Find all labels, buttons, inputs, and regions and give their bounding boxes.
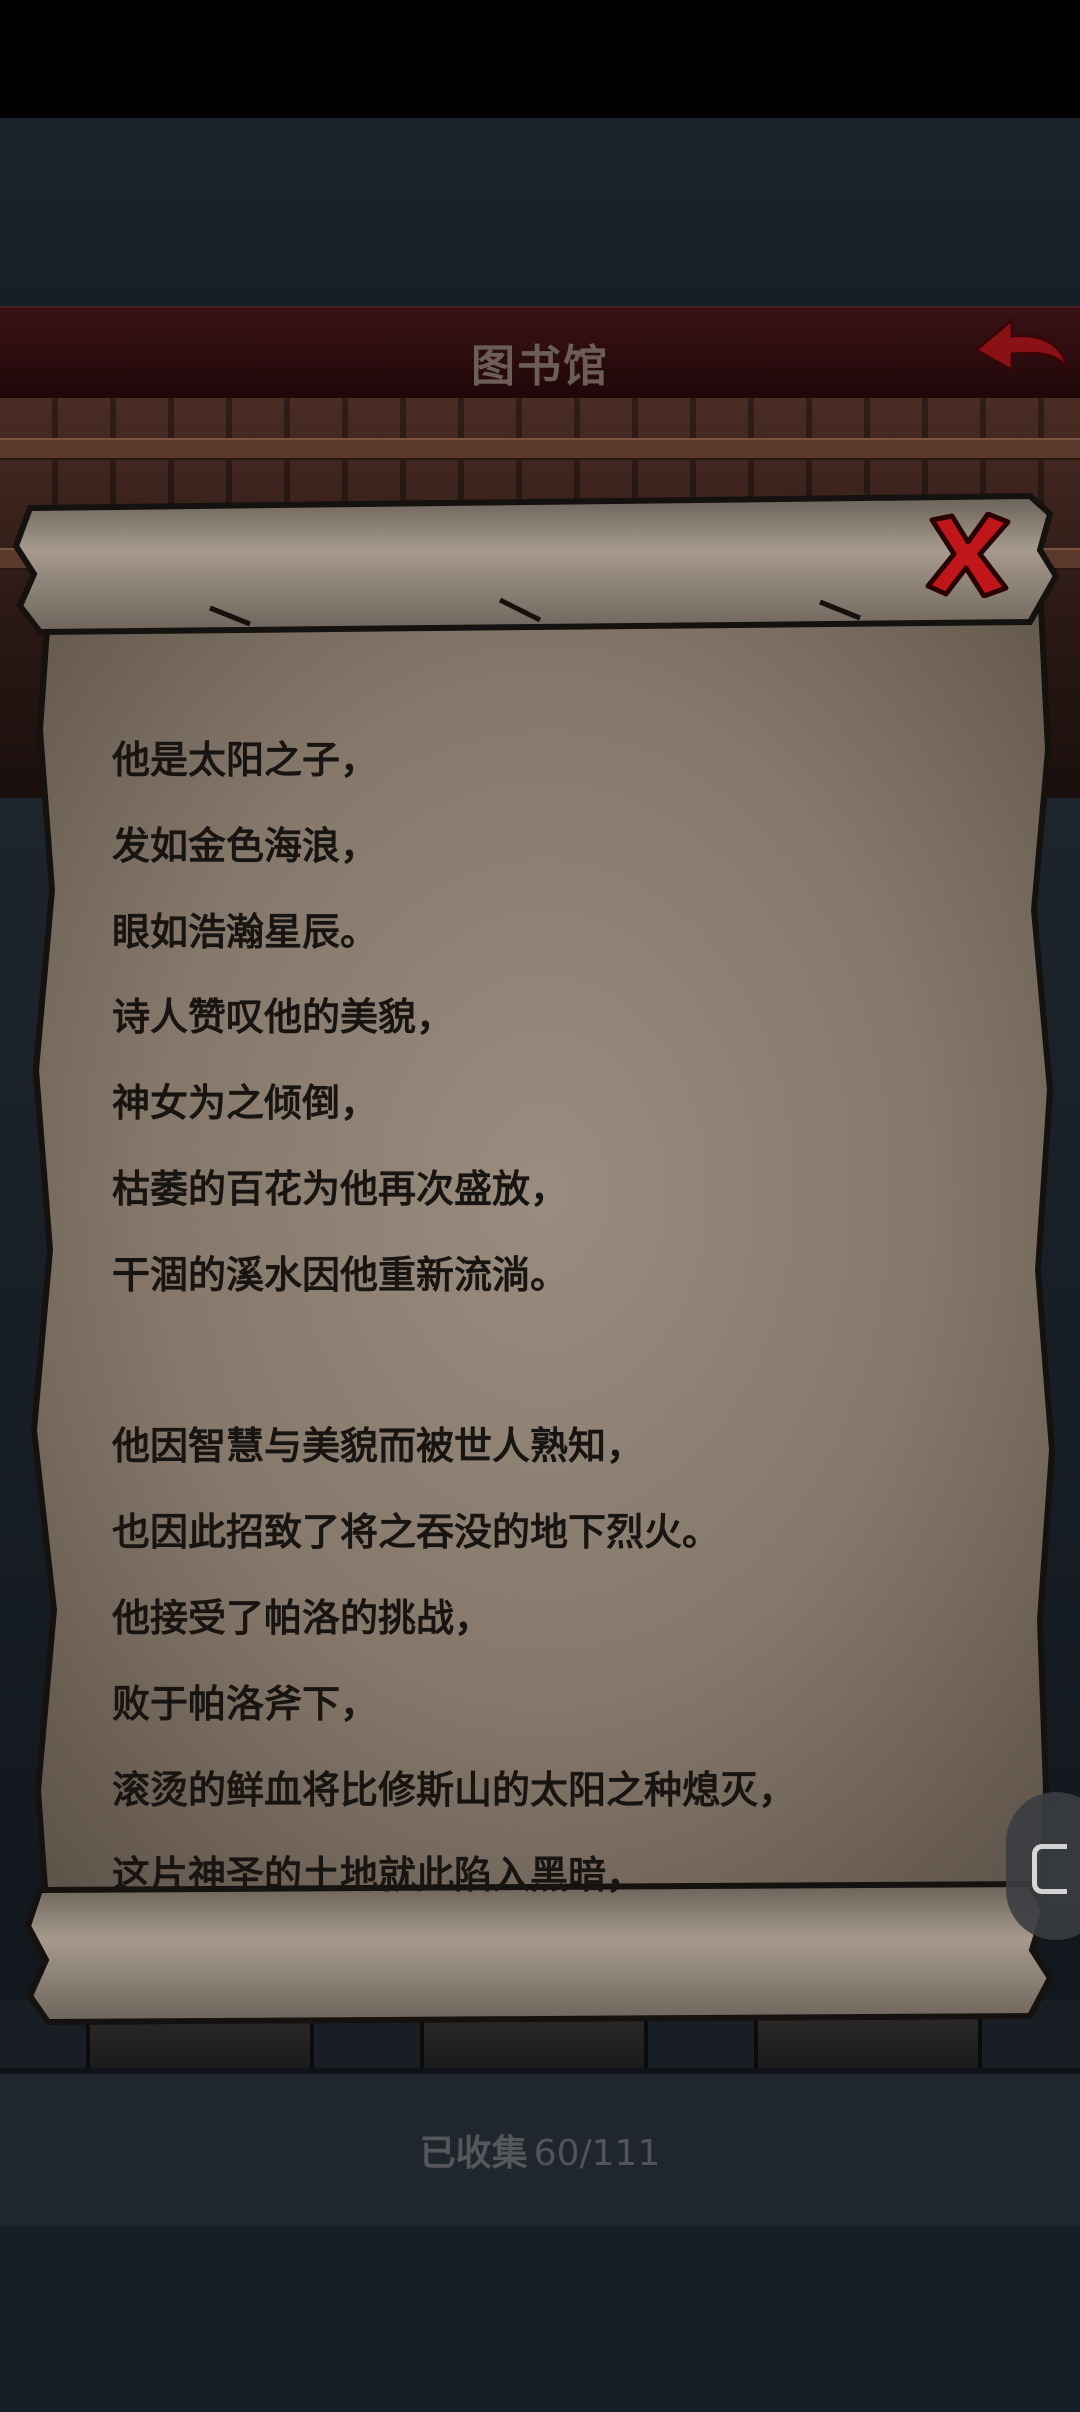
poem-line: 他是太阳之子， [112, 738, 379, 782]
poem-line: 他因智慧与美貌而被世人熟知， [112, 1424, 645, 1469]
shelf-beam [0, 438, 1080, 460]
back-arrow-icon [973, 316, 1070, 373]
collected-count: 60/111 [533, 2133, 661, 2174]
status-bar [0, 0, 1080, 118]
poem-line: 眼如浩瀚星辰。 [112, 909, 379, 954]
poem-line: 枯萎的百花为他再次盛放， [112, 1166, 569, 1211]
back-button[interactable] [968, 306, 1080, 398]
bottom-area [0, 2226, 1080, 2412]
screen: 图书馆 已收集 60/111 他是太阳之子， 发如金色海浪， 眼如浩瀚星辰。 诗… [0, 0, 1080, 2412]
footer-bar: 已收集 60/111 [0, 2068, 1080, 2232]
page-title: 图书馆 [471, 341, 609, 392]
poem-line: 这片神圣的土地就此陷入黑暗， [112, 1853, 645, 1898]
collected-counter: 已收集 60/111 [0, 2124, 1080, 2176]
poem-line [112, 1319, 1012, 1405]
poem-line: 滚烫的鲜血将比修斯山的太阳之种熄灭， [112, 1767, 797, 1812]
poem-line: 发如金色海浪， [112, 823, 379, 868]
scroll-dialog: 他是太阳之子， 发如金色海浪， 眼如浩瀚星辰。 诗人赞叹他的美貌， 神女为之倾倒… [0, 490, 1080, 2030]
poem-line: 也因此招致了将之吞没的地下烈火。 [112, 1510, 721, 1555]
top-area [0, 118, 1080, 306]
poem-line: 干涸的溪水因他重新流淌。 [112, 1252, 569, 1297]
handle-icon [1032, 1844, 1067, 1894]
poem-line: 神女为之倾倒， [112, 1081, 379, 1126]
poem-text: 他是太阳之子， 发如金色海浪， 眼如浩瀚星辰。 诗人赞叹他的美貌， 神女为之倾倒… [112, 718, 1012, 1919]
header-bar: 图书馆 [0, 306, 1080, 402]
collected-label: 已收集 [419, 2133, 528, 2174]
poem-line: 诗人赞叹他的美貌， [112, 995, 455, 1040]
close-button[interactable] [922, 511, 1012, 599]
poem-line: 他接受了帕洛的挑战， [112, 1595, 493, 1640]
poem-line: 败于帕洛斧下， [112, 1681, 379, 1726]
close-x-icon [925, 511, 1011, 599]
floating-side-handle[interactable] [1006, 1792, 1080, 1940]
